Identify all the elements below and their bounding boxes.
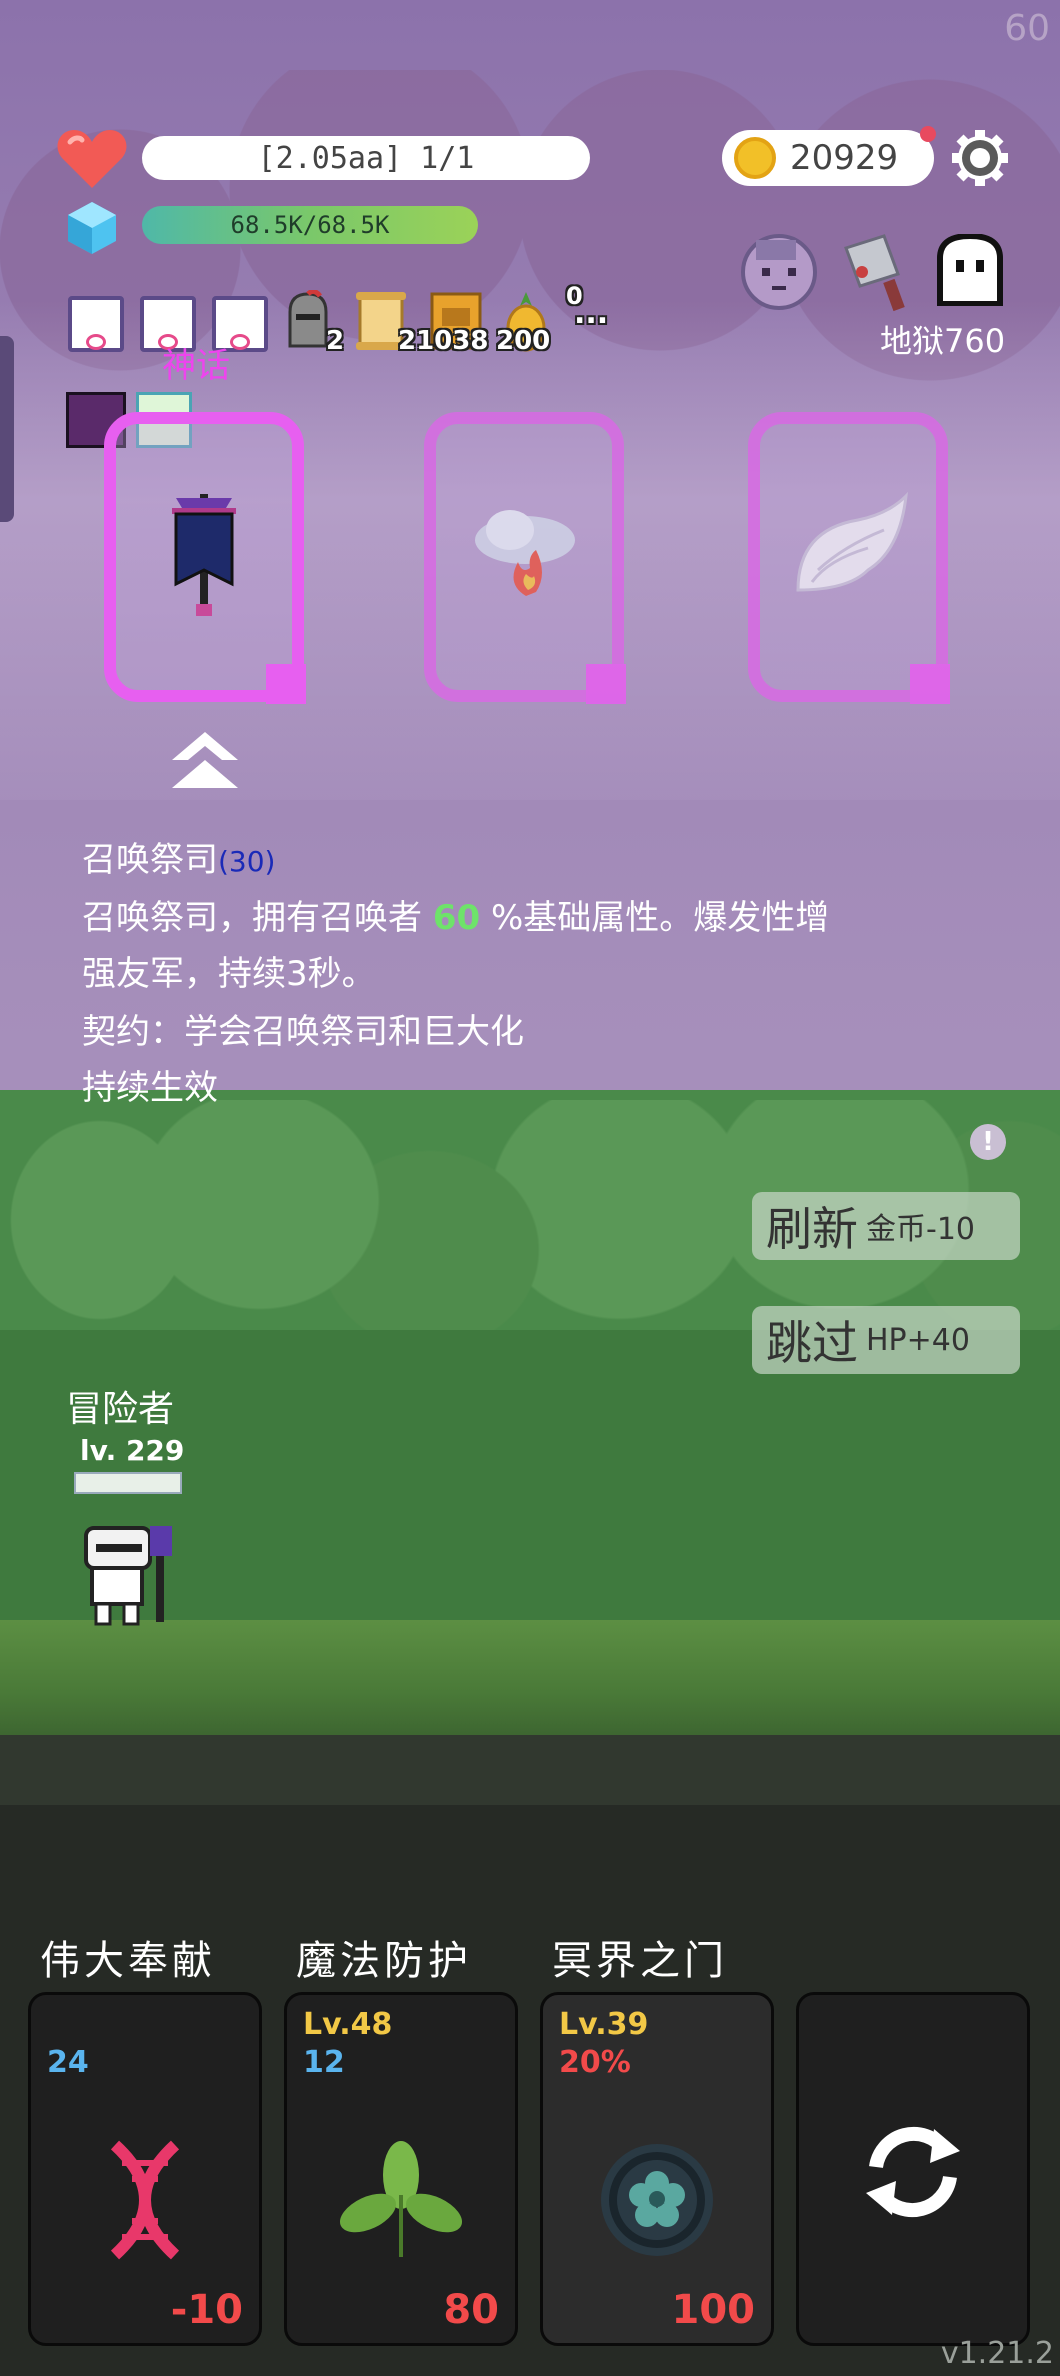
skip-bonus: HP+40 xyxy=(866,1322,970,1358)
notification-dot xyxy=(920,126,936,142)
skip-label: 跳过 xyxy=(766,1316,858,1370)
duration-text: 持续生效 xyxy=(82,1068,218,1108)
skip-button[interactable]: 跳过 HP+40 xyxy=(752,1306,1020,1374)
skill-card-magic-shield[interactable]: Lv.48 12 80 xyxy=(284,1992,518,2346)
double-chevron-up-icon xyxy=(172,732,238,788)
skill-description: 召唤祭司，拥有召唤者 60 %基础属性。爆发性增 xyxy=(82,898,830,938)
refresh-cost: 金币-10 xyxy=(866,1212,975,1247)
gem-icon xyxy=(68,202,116,254)
skill-level: Lv.39 xyxy=(559,2007,649,2042)
pineapple-count: 200 xyxy=(496,326,551,356)
choice-card-banner[interactable] xyxy=(104,412,306,704)
version-label: v1.21.2 xyxy=(940,2336,1054,2371)
heart-icon xyxy=(57,130,127,188)
coin-counter[interactable]: 20929 xyxy=(722,130,934,186)
refresh-button[interactable]: 刷新 金币-10 xyxy=(752,1192,1020,1260)
knight-helmet-icon[interactable] xyxy=(284,290,332,350)
skill-cost: 80 xyxy=(443,2287,499,2333)
contract-text: 契约：学会召唤祭司和巨大化 xyxy=(82,1012,524,1052)
stage-label: 地狱760 xyxy=(880,322,1006,360)
choice-card-wing[interactable] xyxy=(748,412,950,704)
mana-bar: 68.5K/68.5K xyxy=(142,206,478,244)
hero-name: 冒险者 xyxy=(66,1389,175,1430)
map-count: 21038 xyxy=(398,326,489,356)
skill-stat: 24 xyxy=(47,2045,89,2080)
dna-icon xyxy=(110,2140,180,2260)
skill-level: (30) xyxy=(218,845,276,878)
coin-icon xyxy=(734,137,776,179)
fps-counter: 60 xyxy=(1004,8,1050,49)
refresh-label: 刷新 xyxy=(766,1202,858,1256)
skill-card-devotion[interactable]: 24 -10 xyxy=(28,1992,262,2346)
skill-cost: -10 xyxy=(170,2287,243,2333)
refresh-icon xyxy=(866,2126,960,2218)
scroll-icon[interactable] xyxy=(68,296,124,352)
info-icon[interactable]: ! xyxy=(970,1124,1006,1160)
skill-cost: 100 xyxy=(671,2287,756,2333)
skill-level: Lv.48 xyxy=(303,2007,393,2042)
hero-hp-bar xyxy=(74,1472,182,1494)
choice-card-storm[interactable] xyxy=(424,412,626,704)
skill-stat: 20% xyxy=(559,2045,631,2080)
banner-icon xyxy=(172,494,236,616)
side-edge-tab[interactable] xyxy=(0,336,14,522)
leaf-icon xyxy=(339,2141,463,2257)
hero-level: lv. 229 xyxy=(80,1434,185,1467)
hero-sprite[interactable] xyxy=(76,1522,186,1632)
grass-ground xyxy=(0,1620,1060,1740)
knight-count: 2 xyxy=(326,326,345,356)
skill-card-underworld-gate[interactable]: Lv.39 20% 100 xyxy=(540,1992,774,2346)
skill-stat: 12 xyxy=(303,2045,345,2080)
highlight-value: 60 xyxy=(432,898,481,938)
cleaver-icon[interactable] xyxy=(832,228,918,314)
coin-amount: 20929 xyxy=(790,138,899,178)
gear-icon[interactable] xyxy=(950,128,1010,188)
enemy-portrait-icon[interactable] xyxy=(738,232,820,310)
wing-icon xyxy=(796,491,908,592)
more-items[interactable]: ... xyxy=(574,296,608,331)
skill-title: 召唤祭司(30) xyxy=(82,840,276,880)
skill-refresh-card[interactable] xyxy=(796,1992,1030,2346)
ground-edge xyxy=(0,1735,1060,1805)
fire-cloud-icon xyxy=(475,510,575,596)
hp-bar: [2.05aa] 1/1 xyxy=(142,136,590,180)
skill-label: 伟大奉献 xyxy=(40,1938,216,1984)
portal-flower-icon xyxy=(601,2144,713,2256)
skill-description-line: 强友军，持续3秒。 xyxy=(82,954,376,994)
skill-label: 魔法防护 xyxy=(296,1938,472,1984)
ghost-icon[interactable] xyxy=(934,234,1006,306)
tier-label: 神话 xyxy=(162,346,230,386)
skill-label: 冥界之门 xyxy=(552,1938,728,1984)
